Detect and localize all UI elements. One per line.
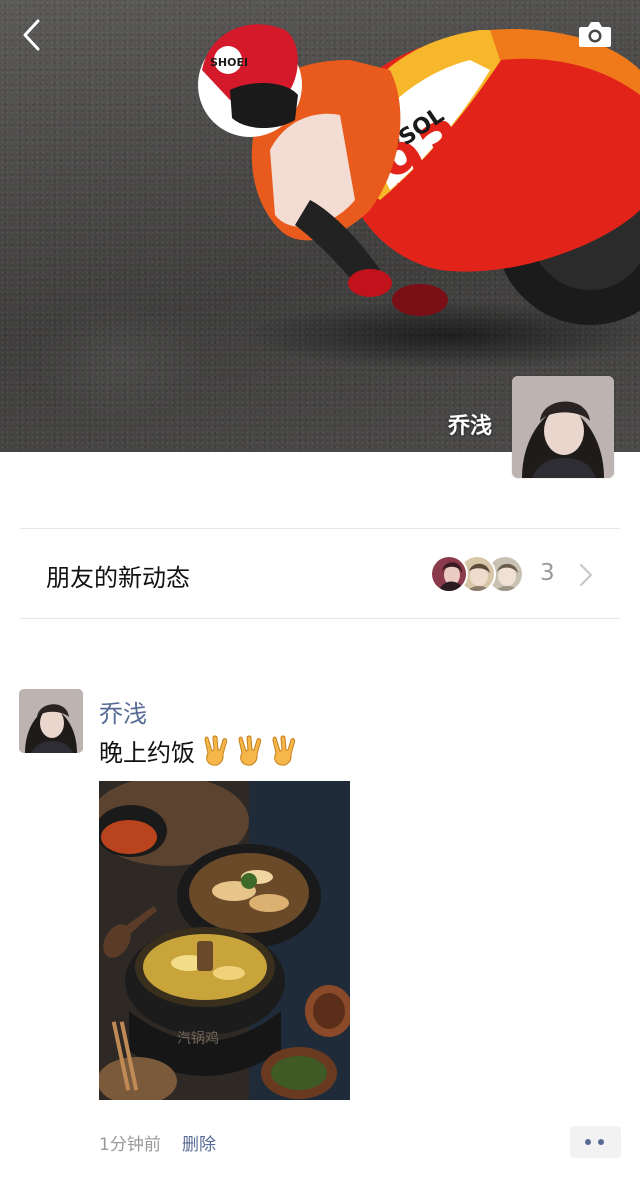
victory-hand-emoji-icon <box>238 734 262 766</box>
friend-avatar-1 <box>430 555 468 593</box>
post-timestamp: 1分钟前 <box>99 1135 161 1155</box>
profile-avatar-image <box>512 376 614 478</box>
profile-name[interactable]: 乔浅 <box>448 408 492 440</box>
chevron-right-icon <box>579 563 593 587</box>
chevron-left-icon[interactable] <box>18 18 48 52</box>
victory-hand-emoji-icon <box>204 734 228 766</box>
friends-new-updates-row[interactable]: 朋友的新动态 3 <box>0 530 640 618</box>
friends-updates-title: 朋友的新动态 <box>46 564 190 592</box>
post-food-photo[interactable]: 汽锅鸡 <box>99 781 350 1100</box>
camera-icon[interactable] <box>578 20 612 48</box>
post-more-button[interactable] <box>570 1126 621 1158</box>
svg-text:汽锅鸡: 汽锅鸡 <box>177 1030 219 1047</box>
more-dots-icon <box>598 1139 604 1145</box>
post-text-line: 晚上约饭 <box>99 733 301 768</box>
post-author-name[interactable]: 乔浅 <box>99 694 147 729</box>
post-emojis <box>199 734 301 767</box>
profile-avatar[interactable] <box>512 376 614 478</box>
cover-motorcycle-illustration: 93 REPSOL SHOEI <box>198 24 640 325</box>
post-text: 晚上约饭 <box>99 739 195 767</box>
friends-avatars-stack <box>430 555 526 595</box>
post-author-avatar[interactable] <box>19 689 83 753</box>
divider-bottom <box>20 618 620 619</box>
post-delete-link[interactable]: 删除 <box>182 1130 216 1155</box>
friends-updates-count: 3 <box>540 560 555 586</box>
victory-hand-emoji-icon <box>272 734 296 766</box>
food-photo-illustration: 汽锅鸡 <box>99 781 350 1100</box>
svg-text:SHOEI: SHOEI <box>210 56 248 69</box>
divider-top <box>20 528 620 529</box>
more-dots-icon <box>585 1139 591 1145</box>
